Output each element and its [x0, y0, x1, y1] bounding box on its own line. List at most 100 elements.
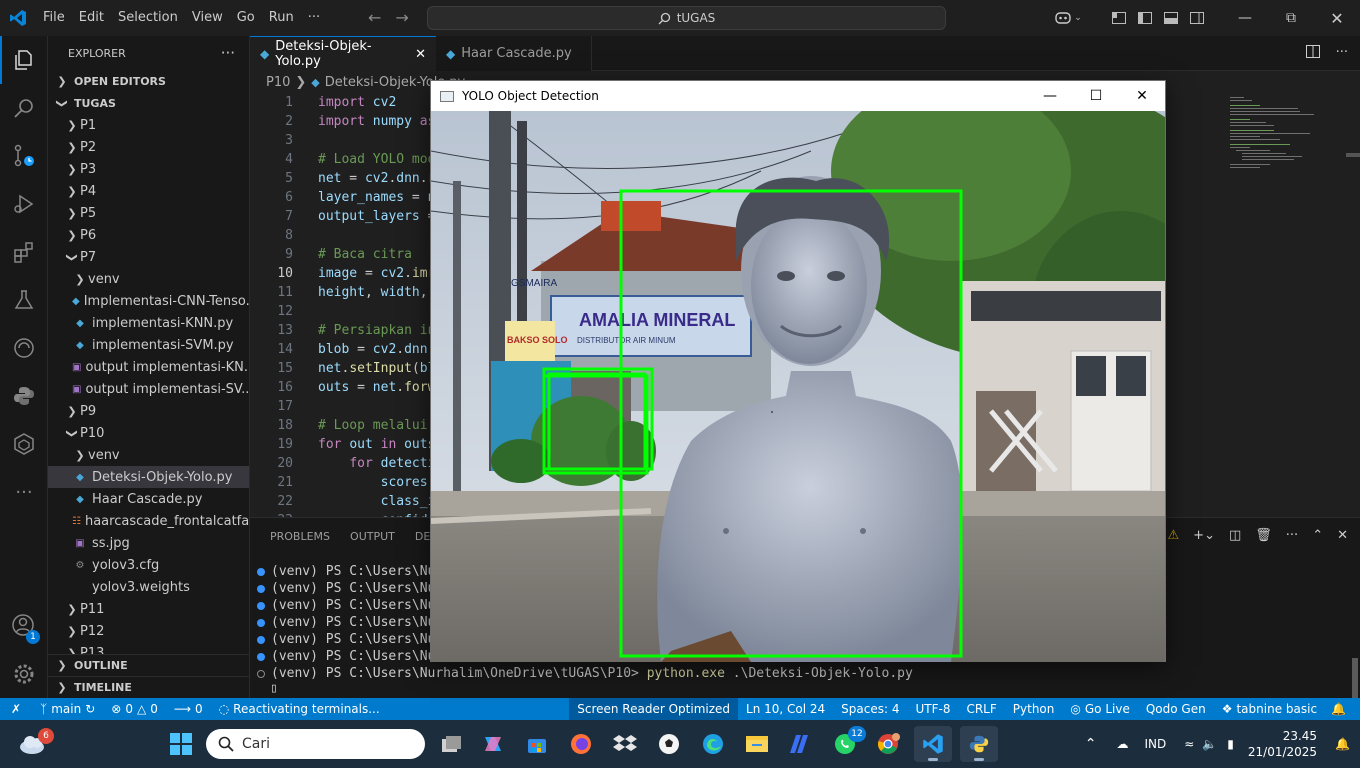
network-status-icon[interactable]: ☁ — [1108, 737, 1136, 751]
tree-folder-p4[interactable]: ❯ P4 — [48, 180, 249, 202]
language-indicator[interactable]: IND — [1136, 737, 1180, 751]
tree-folder-p2[interactable]: ❯ P2 — [48, 136, 249, 158]
search-icon[interactable] — [0, 84, 48, 132]
firefox-icon[interactable] — [562, 726, 600, 762]
close-button[interactable]: ✕ — [1314, 0, 1360, 36]
task-indicator[interactable]: ◌ Reactivating terminals... — [211, 698, 388, 720]
tree-folder-p3[interactable]: ❯ P3 — [48, 158, 249, 180]
tree-folder-p10[interactable]: ❯ P10 — [48, 422, 249, 444]
explorer-icon[interactable] — [0, 36, 48, 84]
tree-folder-p5[interactable]: ❯ P5 — [48, 202, 249, 224]
timeline-section[interactable]: ❯ TIMELINE — [48, 676, 249, 698]
python-taskbar-icon[interactable] — [960, 726, 998, 762]
go-live[interactable]: ◎ Go Live — [1062, 698, 1137, 720]
tab-problems[interactable]: PROBLEMS — [260, 530, 340, 543]
weather-widget-icon[interactable]: 6 — [14, 726, 54, 762]
source-control-icon[interactable] — [0, 132, 48, 180]
editor-scroll-indicator[interactable] — [1346, 153, 1360, 157]
warning-icon[interactable]: ⚠ — [1168, 528, 1180, 543]
tree-file-haarcascade-frontalcatfac[interactable]: ☷haarcascade_frontalcatfac... — [48, 510, 249, 532]
command-decoration-icon[interactable] — [257, 669, 265, 678]
menu-item-view[interactable]: View — [185, 0, 230, 36]
menu-item-go[interactable]: Go — [230, 0, 262, 36]
toggle-secondary-sidebar-icon[interactable] — [1184, 0, 1210, 36]
menu-item-run[interactable]: Run — [262, 0, 301, 36]
customize-layout-icon[interactable] — [1106, 0, 1132, 36]
chevron-up-icon[interactable]: ⌃ — [1073, 736, 1109, 752]
indentation[interactable]: Spaces: 4 — [833, 698, 907, 720]
remote-explorer-icon[interactable] — [0, 324, 48, 372]
task-view-icon[interactable] — [432, 726, 470, 762]
yolo-close-button[interactable]: ✕ — [1119, 81, 1165, 111]
maximize-panel-icon[interactable]: ⌃ — [1312, 528, 1323, 543]
restore-button[interactable]: ⧉ — [1268, 0, 1314, 36]
tree-folder-p6[interactable]: ❯ P6 — [48, 224, 249, 246]
open-editors-section[interactable]: ❯ OPEN EDITORS — [48, 70, 249, 92]
tree-file-yolov3-weights[interactable]: yolov3.weights — [48, 576, 249, 598]
tree-file-yolov3-cfg[interactable]: ⚙ yolov3.cfg — [48, 554, 249, 576]
tree-file-implementasi-svm-py[interactable]: ◆ implementasi-SVM.py — [48, 334, 249, 356]
tree-folder-p7[interactable]: ❯ P7 — [48, 246, 249, 268]
tree-folder-venv[interactable]: ❯ venv — [48, 268, 249, 290]
branch-indicator[interactable]: ᛉ main ↻ — [32, 698, 103, 720]
tree-folder-p9[interactable]: ❯ P9 — [48, 400, 249, 422]
menu-item-file[interactable]: File — [36, 0, 72, 36]
command-decoration-icon[interactable] — [257, 584, 265, 593]
language-mode[interactable]: Python — [1005, 698, 1063, 720]
new-terminal-icon[interactable]: +⌄ — [1193, 528, 1215, 543]
extensions-icon[interactable] — [0, 228, 48, 276]
yolo-window-titlebar[interactable]: YOLO Object Detection — ☐ ✕ — [431, 81, 1165, 111]
command-decoration-icon[interactable] — [257, 618, 265, 627]
breadcrumb-folder[interactable]: P10 — [266, 75, 290, 90]
cursor-position[interactable]: Ln 10, Col 24 — [738, 698, 833, 720]
outline-section[interactable]: ❯ OUTLINE — [48, 654, 249, 676]
problems-indicator[interactable]: ⊗ 0 △ 0 — [103, 698, 166, 720]
yolo-minimize-button[interactable]: — — [1027, 81, 1073, 111]
screen-reader-indicator[interactable]: Screen Reader Optimized — [569, 698, 739, 720]
line-ending[interactable]: CRLF — [958, 698, 1004, 720]
more-icon[interactable]: ··· — [0, 468, 48, 516]
close-panel-icon[interactable]: ✕ — [1337, 528, 1348, 543]
accounts-icon[interactable]: 1 — [0, 602, 48, 650]
visual-studio-icon[interactable] — [782, 726, 820, 762]
notifications-bell-icon[interactable]: 🔔 — [1325, 698, 1360, 720]
command-decoration-icon[interactable] — [257, 652, 265, 661]
remote-indicator-icon[interactable]: ✗ — [0, 698, 32, 720]
settings-gear-icon[interactable] — [0, 650, 48, 698]
command-decoration-icon[interactable] — [257, 567, 265, 576]
panel-more-icon[interactable]: ··· — [1286, 528, 1298, 543]
tree-folder-p1[interactable]: ❯ P1 — [48, 114, 249, 136]
workspace-root-section[interactable]: ❯ TUGAS — [48, 92, 249, 114]
tab-output[interactable]: OUTPUT — [340, 530, 405, 543]
whatsapp-icon[interactable]: 12 — [826, 726, 866, 762]
clock[interactable]: 23.45 21/01/2025 — [1240, 728, 1335, 760]
qodo-gen[interactable]: Qodo Gen — [1138, 698, 1214, 720]
tree-file-implementasi-knn-py[interactable]: ◆ implementasi-KNN.py — [48, 312, 249, 334]
tree-file-output-implementasi-sv[interactable]: ▣ output implementasi-SV... — [48, 378, 249, 400]
docker-cube-icon[interactable] — [0, 420, 48, 468]
yolo-maximize-button[interactable]: ☐ — [1073, 81, 1119, 111]
explorer-more-icon[interactable]: ··· — [221, 44, 235, 62]
command-decoration-icon[interactable] — [257, 601, 265, 610]
store-icon[interactable] — [518, 726, 556, 762]
tree-folder-p11[interactable]: ❯ P11 — [48, 598, 249, 620]
tree-folder-p12[interactable]: ❯ P12 — [48, 620, 249, 642]
menu-item-more[interactable]: ··· — [301, 0, 327, 36]
wifi-icon[interactable]: ≈ — [1180, 737, 1198, 751]
windows-start-icon[interactable] — [162, 726, 200, 762]
run-debug-icon[interactable] — [0, 180, 48, 228]
command-decoration-icon[interactable] — [257, 635, 265, 644]
split-terminal-icon[interactable]: ◫ — [1229, 528, 1241, 543]
tree-file-implementasi-cnn-tenso[interactable]: ◆ Implementasi-CNN-Tenso... — [48, 290, 249, 312]
edge-icon[interactable] — [694, 726, 732, 762]
minimap[interactable] — [1230, 93, 1350, 173]
vscode-logo-icon[interactable] — [0, 0, 36, 36]
python-icon[interactable] — [0, 372, 48, 420]
volume-icon[interactable]: 🔈 — [1198, 737, 1221, 751]
file-explorer-icon[interactable] — [738, 726, 776, 762]
close-tab-icon[interactable]: ✕ — [415, 47, 426, 62]
tree-file-ss-jpg[interactable]: ▣ ss.jpg — [48, 532, 249, 554]
back-arrow-icon[interactable]: ← — [368, 8, 381, 27]
tabnine[interactable]: ❖ tabnine basic — [1214, 698, 1325, 720]
ports-indicator[interactable]: ⟶ 0 — [166, 698, 211, 720]
